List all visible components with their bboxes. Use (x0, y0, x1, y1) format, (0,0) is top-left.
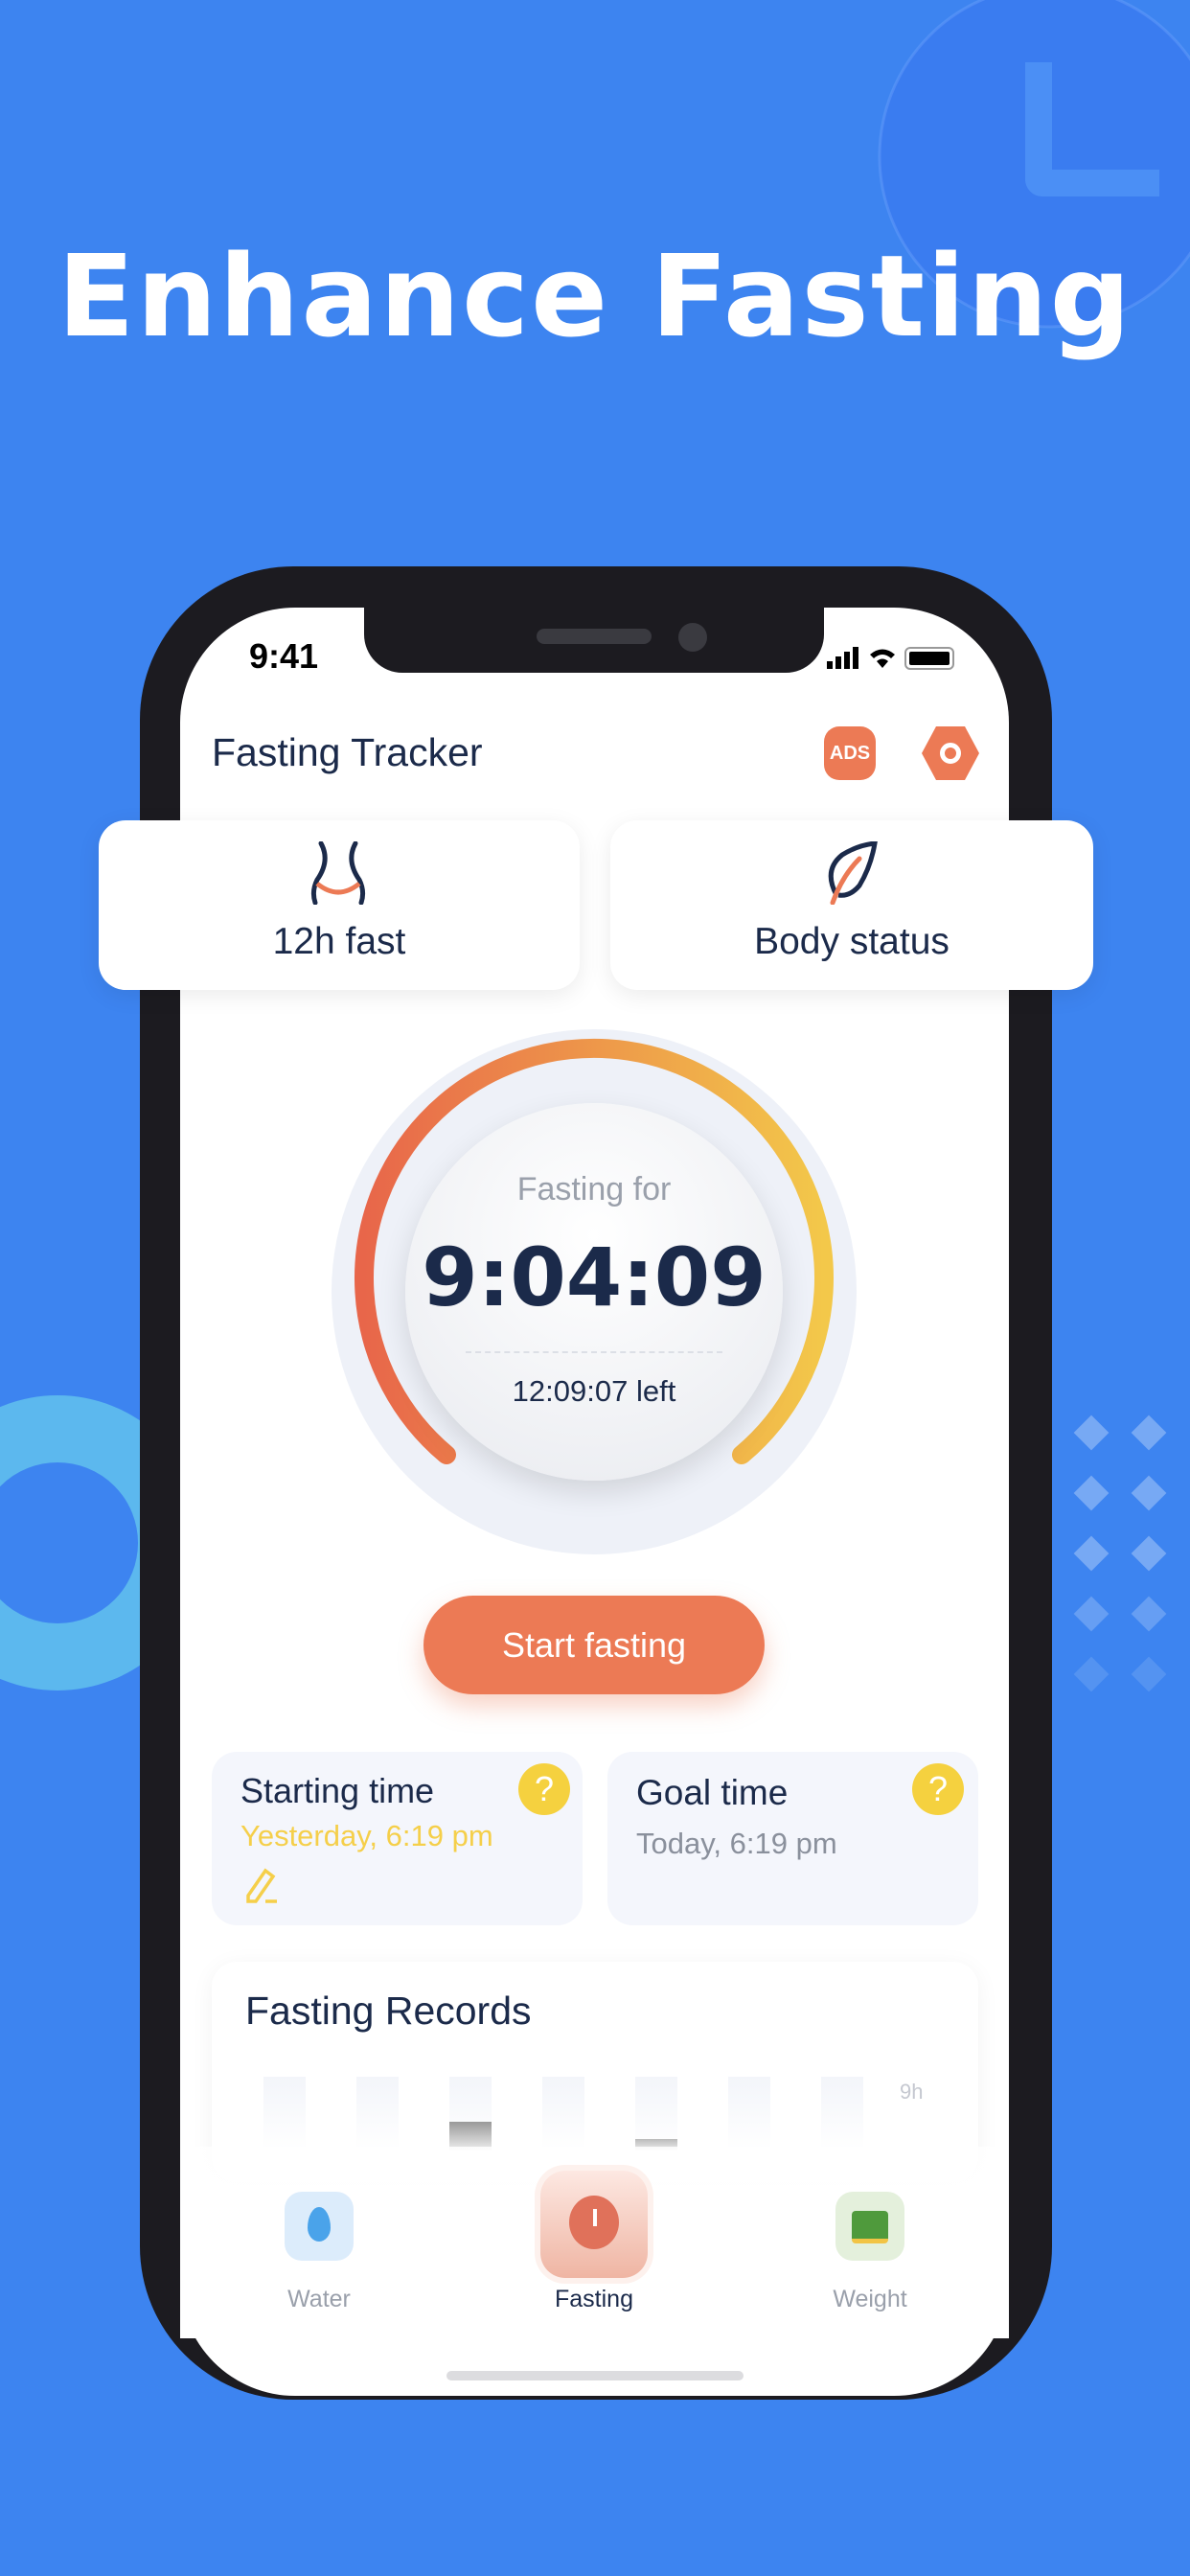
record-bar (356, 2077, 399, 2150)
no-ads-icon: ADS (829, 743, 871, 764)
goal-time-title: Goal time (636, 1773, 789, 1812)
start-fasting-button[interactable]: Start fasting (423, 1596, 765, 1694)
headline: Enhance Fasting (57, 230, 1133, 362)
signal-wifi-battery-icon (827, 647, 954, 670)
remaining-time: 12:09:07 left (512, 1374, 676, 1408)
waist-icon (310, 841, 366, 905)
nav-label: Fasting (555, 2286, 633, 2312)
app-title: Fasting Tracker (212, 730, 483, 774)
speaker (537, 629, 652, 644)
body-status-label: Body status (754, 921, 950, 962)
home-indicator[interactable] (446, 2371, 744, 2380)
body-status-card[interactable]: Body status (610, 820, 1093, 990)
settings-icon (940, 743, 961, 764)
record-bar (635, 2077, 677, 2150)
record-bar (728, 2077, 770, 2150)
alarm-clock-icon (540, 2171, 648, 2278)
elapsed-time: 9:04:09 (422, 1230, 767, 1324)
starting-time-value: Yesterday, 6:19 pm (240, 1819, 493, 1852)
nav-weight[interactable]: Weight (789, 2175, 951, 2319)
clock-hands-decoration (1025, 62, 1159, 196)
nav-water[interactable]: Water (238, 2175, 400, 2319)
record-bar (263, 2077, 306, 2150)
leaf-icon (828, 841, 878, 905)
scale-icon (835, 2192, 904, 2261)
timer-dial: Fasting for 9:04:09 12:09:07 left (332, 1029, 857, 1554)
starting-time-title: Starting time (240, 1771, 435, 1810)
plan-label: 12h fast (272, 921, 406, 962)
record-bar (821, 2077, 863, 2150)
diamond-pattern (1073, 1414, 1167, 1746)
starting-time-card[interactable]: Starting time Yesterday, 6:19 pm ? (212, 1752, 583, 1925)
no-ads-button[interactable]: ADS (824, 726, 876, 780)
records-axis-label: 9h (900, 2080, 924, 2104)
goal-time-value: Today, 6:19 pm (636, 1827, 837, 1860)
status-time: 9:41 (249, 636, 319, 676)
divider (466, 1351, 722, 1353)
camera (678, 623, 707, 652)
record-bar (542, 2077, 584, 2150)
help-icon[interactable]: ? (518, 1763, 570, 1815)
bottom-nav: Water Fasting Weight (180, 2147, 1009, 2338)
records-title: Fasting Records (245, 1989, 532, 2033)
nav-label: Weight (833, 2286, 907, 2312)
timer-caption: Fasting for (516, 1171, 672, 1208)
edit-pencil-icon[interactable] (244, 1867, 279, 1905)
nav-label: Water (287, 2286, 351, 2312)
status-icons (827, 644, 971, 673)
plan-card-12h-fast[interactable]: 12h fast (99, 820, 580, 990)
nav-fasting[interactable]: Fasting (513, 2171, 675, 2319)
help-icon[interactable]: ? (912, 1763, 964, 1815)
goal-time-card[interactable]: Goal time Today, 6:19 pm ? (607, 1752, 978, 1925)
settings-button[interactable] (922, 726, 979, 780)
water-drop-icon (285, 2192, 354, 2261)
record-bar (449, 2077, 492, 2150)
